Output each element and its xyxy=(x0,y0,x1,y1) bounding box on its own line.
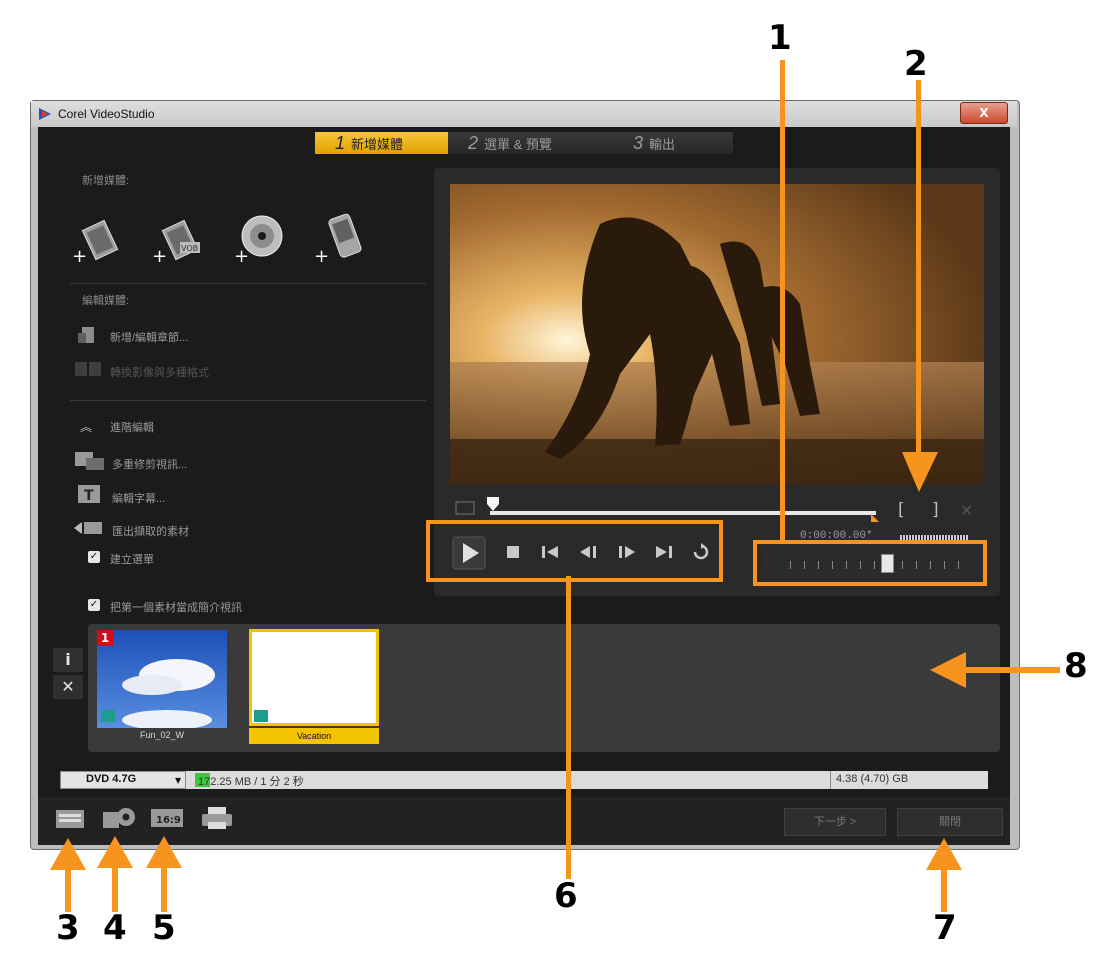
scrub-handle-icon[interactable] xyxy=(486,496,500,512)
first-clip-intro-label: 把第一個素材當成簡介視訊 xyxy=(110,602,242,614)
print-icon[interactable] xyxy=(200,806,234,830)
divider xyxy=(70,283,426,284)
disc-type-value: DVD 4.7G xyxy=(86,773,137,785)
callout-4: 4 xyxy=(103,908,127,948)
clip-badge: 1 xyxy=(97,630,113,646)
jog-wheel-highlight xyxy=(753,540,987,586)
arrow-up-4-icon xyxy=(97,836,133,912)
arrow-up-5-icon xyxy=(146,836,182,912)
tab-menu-preview[interactable]: 2 選單 & 預覽 xyxy=(448,132,613,154)
used-space-text: 172.25 MB / 1 分 2 秒 xyxy=(198,776,304,788)
close-button[interactable]: 關閉 xyxy=(897,808,1003,836)
mark-out-button[interactable]: ] xyxy=(932,500,939,520)
create-menu-label: 建立選單 xyxy=(110,554,154,566)
chapter-icon xyxy=(78,327,94,343)
callout-6: 6 xyxy=(554,876,578,916)
add-vob-icon[interactable]: VOB + xyxy=(150,216,202,268)
capacity-divider xyxy=(830,771,831,789)
project-settings-icon[interactable] xyxy=(55,806,89,832)
clip-thumbnail[interactable] xyxy=(97,630,227,728)
svg-text:+: + xyxy=(234,246,249,264)
chevron-down-icon[interactable]: ▼ xyxy=(175,776,181,785)
callout-5: 5 xyxy=(152,908,176,948)
callout-8: 8 xyxy=(1064,646,1088,686)
tab-add-media[interactable]: 1 新增媒體 xyxy=(315,132,448,154)
remove-clip-button[interactable]: ✕ xyxy=(53,675,83,699)
svg-text:+: + xyxy=(314,246,329,264)
corel-logo-icon xyxy=(39,108,51,120)
clip-label: Fun_02_W xyxy=(139,730,185,740)
multi-trim-icon xyxy=(75,452,104,470)
clip-thumbnail-selected[interactable] xyxy=(249,629,379,726)
arrow-up-3-icon xyxy=(50,838,86,912)
scrub-bar[interactable] xyxy=(490,511,876,515)
mark-in-button[interactable]: [ xyxy=(898,500,905,520)
svg-text:+: + xyxy=(72,246,87,267)
clear-mark-button[interactable]: ✕ xyxy=(960,501,973,520)
callout-1: 1 xyxy=(768,18,792,58)
aspect-ratio-icon[interactable] xyxy=(455,500,475,516)
video-clip-icon xyxy=(254,710,268,722)
svg-text:+: + xyxy=(152,246,167,267)
edit-subtitles-link[interactable]: 編輯字幕... xyxy=(112,490,165,506)
add-video-icon[interactable]: + xyxy=(70,216,122,268)
disc-template-icon[interactable]: 16:9 xyxy=(150,806,186,830)
add-disc-icon[interactable]: + xyxy=(232,212,284,264)
callout-7: 7 xyxy=(933,908,957,948)
info-button[interactable]: i xyxy=(53,648,83,672)
callout-2: 2 xyxy=(904,44,928,84)
first-clip-intro-checkbox[interactable]: ✓ xyxy=(88,599,100,611)
add-media-heading: 新增媒體: xyxy=(82,175,130,187)
callout-3: 3 xyxy=(56,908,80,948)
collapse-chevron-icon[interactable]: ︽ xyxy=(80,418,92,435)
import-media-link[interactable]: 匯出擷取的素材 xyxy=(112,523,189,539)
callout-line-1 xyxy=(780,60,785,544)
import-media-icon xyxy=(74,522,102,534)
capacity-text: 4.38 (4.70) GB xyxy=(836,773,909,785)
advanced-edit-toggle[interactable]: 進階編輯 xyxy=(110,419,154,435)
video-clip-icon xyxy=(101,710,115,722)
window-close-button[interactable]: X xyxy=(960,102,1008,124)
add-mobile-device-icon[interactable]: + xyxy=(312,212,364,264)
callout-line-6 xyxy=(566,576,571,879)
arrow-up-7-icon xyxy=(926,838,962,912)
preferences-gear-icon[interactable] xyxy=(102,804,138,832)
tab-output[interactable]: 3 輸出 xyxy=(613,132,733,154)
svg-text:VOB: VOB xyxy=(181,244,198,253)
title-bar xyxy=(31,101,1017,127)
divider xyxy=(70,400,426,401)
create-menu-checkbox[interactable]: ✓ xyxy=(88,551,100,563)
convert-multiformat-link[interactable]: 轉換影像與多種格式 xyxy=(110,364,209,380)
add-edit-chapter-link[interactable]: 新增/編輯章節... xyxy=(110,329,188,345)
svg-text:T: T xyxy=(84,488,94,504)
playback-controls-highlight xyxy=(426,520,723,582)
next-button[interactable]: 下一步 > xyxy=(784,808,886,836)
end-marker-icon xyxy=(871,514,879,522)
clip-label-selected: Vacation xyxy=(249,728,379,744)
window-title: Corel VideoStudio xyxy=(58,107,155,121)
convert-icon xyxy=(75,362,101,376)
arrow-left-8-icon xyxy=(930,652,1060,688)
arrow-down-2-icon xyxy=(902,80,938,492)
subtitle-icon: T xyxy=(78,485,100,504)
multi-trim-link[interactable]: 多重修剪視訊... xyxy=(112,456,187,472)
svg-text:16:9: 16:9 xyxy=(156,815,181,826)
edit-media-heading: 編輯媒體: xyxy=(82,295,130,307)
